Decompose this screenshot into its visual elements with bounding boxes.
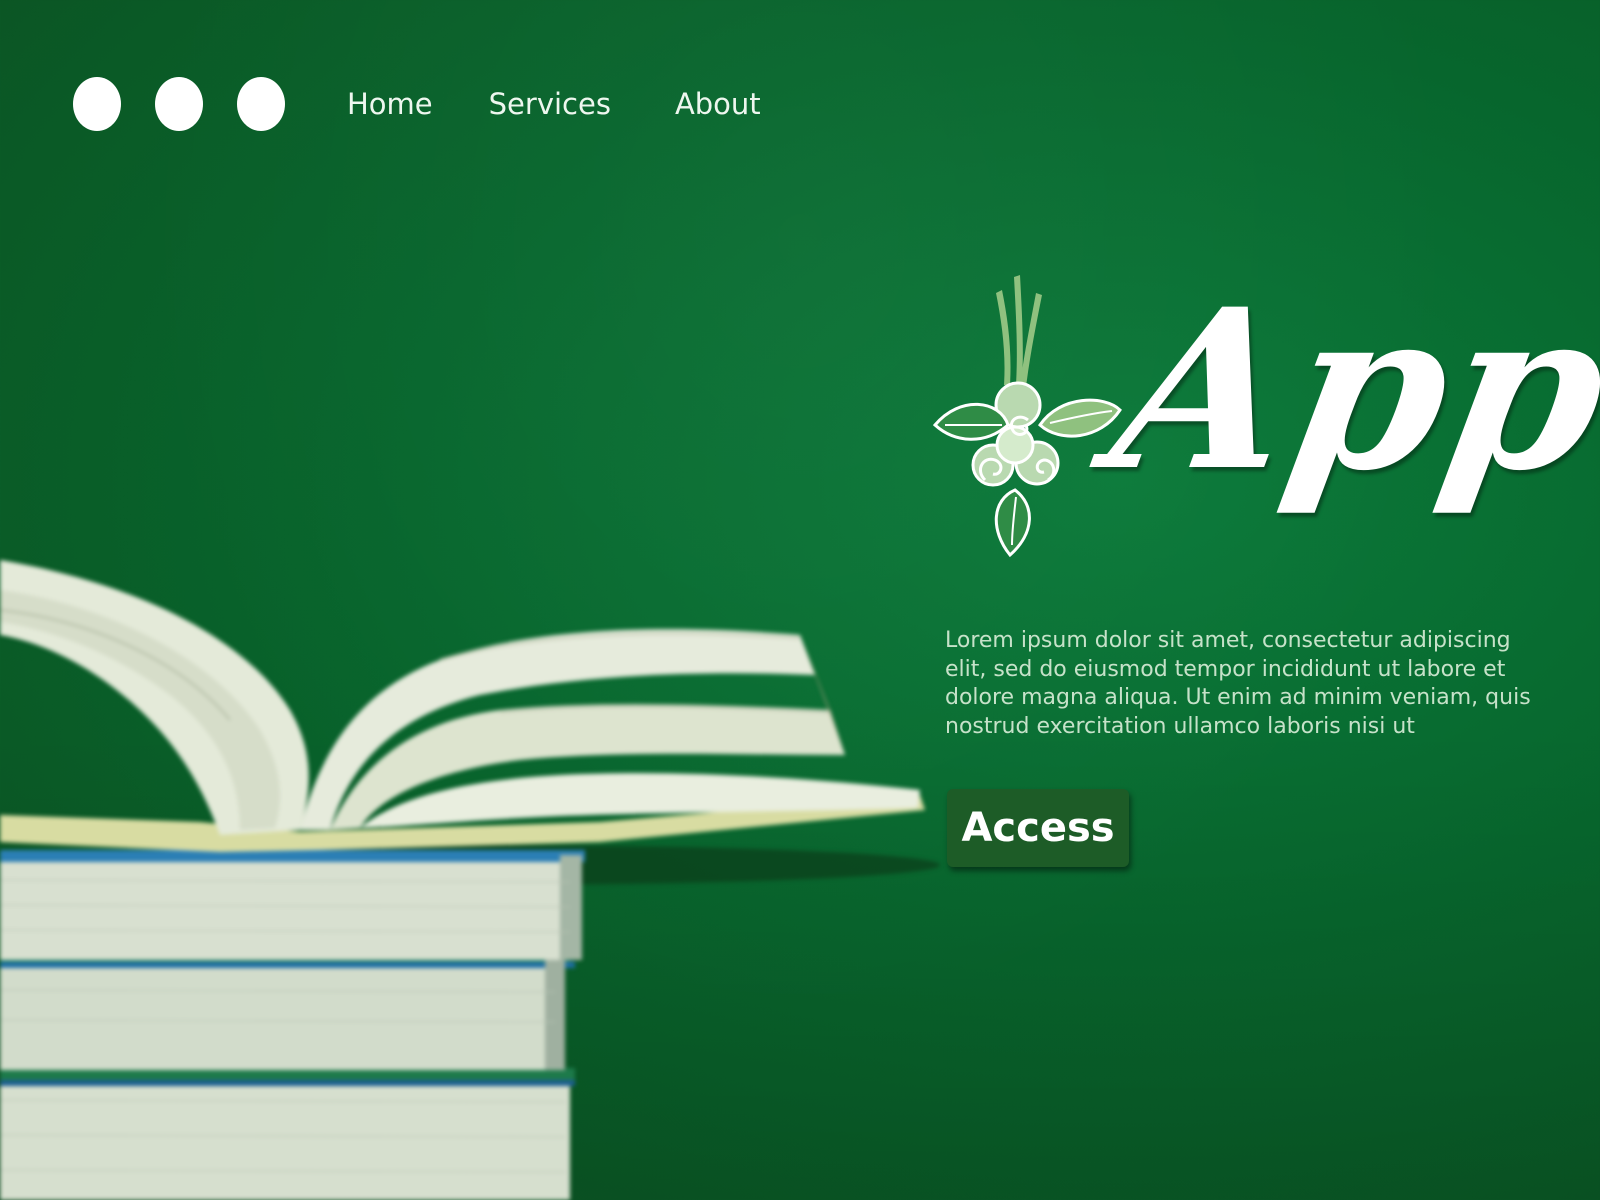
brand-wordmark: App bbox=[1097, 260, 1600, 519]
nav-home-link[interactable]: Home bbox=[347, 87, 433, 121]
dot-1-icon[interactable] bbox=[73, 77, 121, 131]
main-nav: Home Services About bbox=[347, 87, 761, 121]
top-navigation: Home Services About bbox=[73, 77, 761, 131]
nav-services-link[interactable]: Services bbox=[489, 87, 611, 121]
dot-3-icon[interactable] bbox=[237, 77, 285, 131]
dot-2-icon[interactable] bbox=[155, 77, 203, 131]
nav-about-link[interactable]: About bbox=[675, 87, 761, 121]
window-dots bbox=[73, 77, 285, 131]
access-button[interactable]: Access bbox=[947, 789, 1129, 867]
leaf-flower-icon bbox=[932, 275, 1122, 558]
hero-description: Lorem ipsum dolor sit amet, consectetur … bbox=[945, 628, 1531, 739]
brand-logo: App bbox=[930, 260, 1600, 575]
stack-of-books-image bbox=[0, 560, 940, 1200]
